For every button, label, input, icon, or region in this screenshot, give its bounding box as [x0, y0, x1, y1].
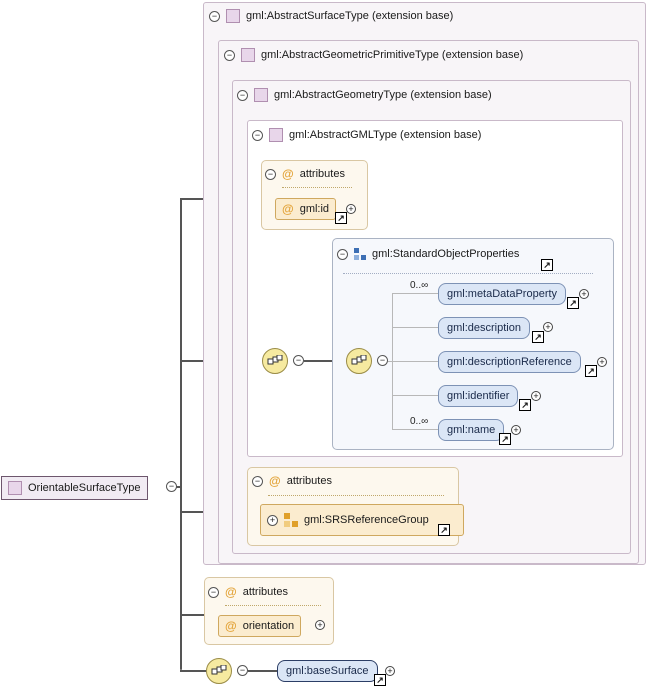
divider — [343, 273, 593, 274]
expand-icon[interactable]: + — [597, 357, 607, 367]
collapse-toggle[interactable]: − — [224, 49, 235, 61]
expand-icon[interactable]: + — [531, 391, 541, 401]
attribute-at-icon: @ — [282, 202, 294, 216]
attribute-gml-id[interactable]: @ gml:id — [275, 198, 337, 220]
connector-own-attr — [180, 614, 206, 616]
element-identifier[interactable]: gml:identifier — [438, 385, 519, 407]
collapse-toggle[interactable]: − — [237, 665, 248, 676]
element-base-surface[interactable]: gml:baseSurface — [277, 660, 378, 682]
connector-trunk — [180, 198, 182, 670]
complex-type-icon — [254, 88, 268, 102]
element-meta-data-property[interactable]: gml:metaDataProperty — [438, 283, 567, 305]
extension-label: gml:AbstractGMLType (extension base) — [289, 129, 482, 141]
external-link-icon[interactable]: ↗ — [585, 365, 597, 377]
external-link-icon[interactable]: ↗ — [532, 331, 544, 343]
collapse-toggle[interactable]: − — [252, 475, 263, 487]
element-label: gml:baseSurface — [286, 665, 369, 677]
sequence-compositor-icon[interactable] — [346, 348, 372, 374]
expand-icon[interactable]: + — [511, 425, 521, 435]
external-link-icon[interactable]: ↗ — [567, 297, 579, 309]
collapse-toggle[interactable]: − — [208, 586, 219, 598]
branch — [392, 395, 438, 396]
expand-icon[interactable]: + — [385, 666, 395, 676]
complex-type-icon — [241, 48, 255, 62]
complex-type-icon — [269, 128, 283, 142]
attribute-group-srs-reference[interactable]: + gml:SRSReferenceGroup — [260, 504, 464, 536]
element-description-reference[interactable]: gml:descriptionReference — [438, 351, 581, 373]
collapse-toggle[interactable]: − — [337, 248, 348, 260]
element-label: gml:metaDataProperty — [447, 288, 558, 300]
sequence-compositor-icon[interactable] — [206, 658, 232, 684]
collapse-toggle[interactable]: − — [377, 355, 388, 366]
extension-label: gml:AbstractSurfaceType (extension base) — [246, 10, 454, 22]
element-description[interactable]: gml:description — [438, 317, 530, 339]
collapse-toggle[interactable]: − — [252, 129, 263, 141]
root-type-label: OrientableSurfaceType — [28, 482, 141, 494]
element-label: gml:descriptionReference — [447, 356, 572, 368]
collapse-toggle[interactable]: − — [237, 89, 248, 101]
attribute-group-icon — [284, 513, 298, 527]
extension-label: gml:AbstractGeometricPrimitiveType (exte… — [261, 49, 524, 61]
occurrence-label: 0..∞ — [410, 280, 429, 291]
attribute-label: orientation — [242, 620, 295, 632]
extension-label: gml:AbstractGeometryType (extension base… — [274, 89, 492, 101]
connector-base-seq — [180, 670, 206, 672]
divider — [225, 605, 321, 606]
expand-icon[interactable]: + — [346, 204, 356, 214]
branch — [392, 429, 438, 430]
attribute-at-icon: @ — [269, 474, 281, 488]
element-name[interactable]: gml:name — [438, 419, 505, 441]
expand-icon[interactable]: + — [579, 289, 589, 299]
external-link-icon[interactable]: ↗ — [499, 433, 511, 445]
expand-icon[interactable]: + — [543, 322, 553, 332]
group-icon — [354, 248, 366, 260]
external-link-icon[interactable]: ↗ — [519, 399, 531, 411]
branch — [392, 327, 438, 328]
connector-base-surface — [248, 670, 278, 672]
attribute-orientation[interactable]: @ orientation — [218, 615, 302, 637]
occurrence-label: 0..∞ — [410, 416, 429, 427]
external-link-icon[interactable]: ↗ — [541, 259, 553, 271]
external-link-icon[interactable]: ↗ — [335, 212, 347, 224]
collapse-toggle[interactable]: − — [166, 481, 177, 492]
complex-type-icon — [226, 9, 240, 23]
attribute-group-label: gml:SRSReferenceGroup — [304, 514, 429, 526]
branch — [388, 361, 438, 362]
branch — [392, 293, 438, 294]
external-link-icon[interactable]: ↗ — [438, 524, 450, 536]
collapse-toggle[interactable]: − — [265, 168, 276, 180]
attribute-at-icon: @ — [225, 585, 237, 599]
sequence-compositor-icon[interactable] — [262, 348, 288, 374]
attribute-at-icon: @ — [225, 619, 237, 633]
collapse-toggle[interactable]: − — [209, 10, 220, 22]
divider — [282, 187, 352, 188]
root-type-orientable-surface[interactable]: OrientableSurfaceType — [1, 476, 148, 500]
element-label: gml:name — [447, 424, 496, 436]
group-title: gml:StandardObjectProperties — [372, 248, 520, 260]
expand-toggle[interactable]: + — [267, 514, 278, 526]
expand-icon[interactable]: + — [315, 620, 325, 630]
element-label: gml:identifier — [447, 390, 510, 402]
element-label: gml:description — [447, 322, 521, 334]
attributes-title: attributes — [299, 168, 345, 180]
attributes-title: attributes — [242, 586, 288, 598]
attribute-at-icon: @ — [282, 167, 294, 181]
attribute-label: gml:id — [299, 203, 330, 215]
divider — [268, 495, 444, 496]
external-link-icon[interactable]: ↗ — [374, 674, 386, 686]
attributes-title: attributes — [286, 475, 332, 487]
collapse-toggle[interactable]: − — [293, 355, 304, 366]
complex-type-icon — [8, 481, 22, 495]
